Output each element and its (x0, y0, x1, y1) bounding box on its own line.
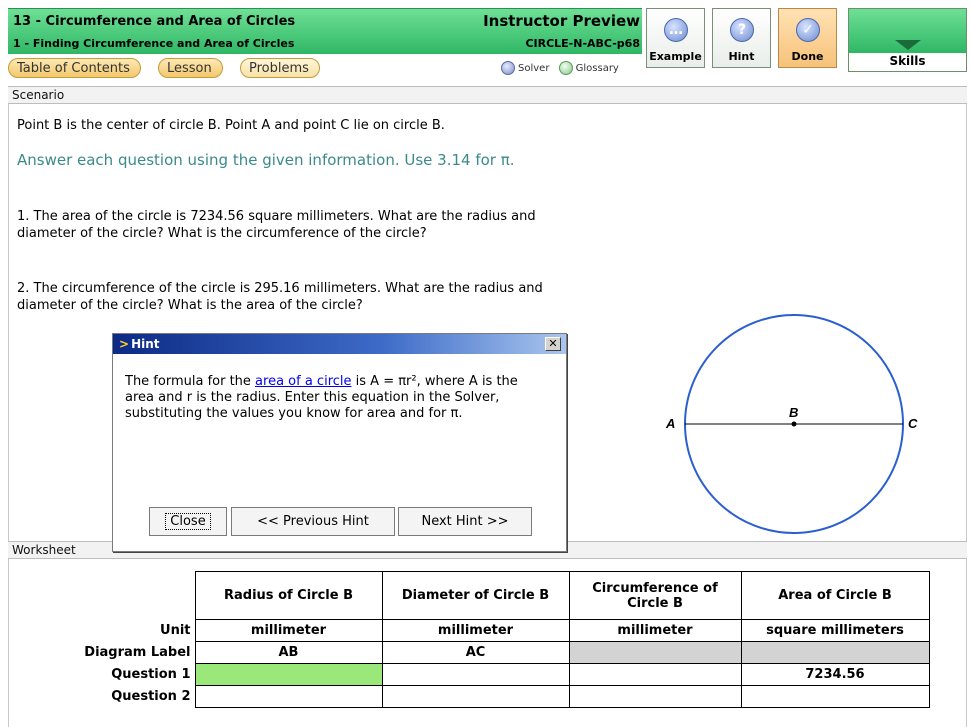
input-cell[interactable] (740, 685, 930, 708)
table-cell: millimeter (381, 619, 570, 642)
hint-title: Hint (131, 337, 160, 351)
example-button[interactable]: … Example (646, 8, 705, 68)
question-mark-icon: ? (730, 18, 754, 42)
label-a: A (665, 416, 675, 431)
close-icon[interactable]: ✕ (545, 337, 561, 351)
next-hint-button[interactable]: Next Hint >> (398, 507, 532, 536)
area-of-circle-link[interactable]: area of a circle (255, 374, 351, 389)
glossary-icon[interactable] (558, 61, 573, 75)
tab-table-of-contents[interactable]: Table of Contents (8, 58, 141, 78)
table-row: Diagram Label AB AC (17, 641, 930, 664)
input-cell[interactable] (194, 685, 383, 708)
scenario-instruction: Answer each question using the given inf… (17, 151, 515, 169)
table-cell: 7234.56 (740, 663, 930, 686)
close-button-label: Close (165, 513, 211, 530)
section-title: 1 - Finding Circumference and Area of Ci… (13, 37, 295, 50)
hint-dialog: > Hint ✕ The formula for the area of a ci… (112, 333, 567, 552)
table-header-row: Radius of Circle B Diameter of Circle B … (17, 571, 930, 620)
corner-cell (17, 571, 196, 620)
circle-diagram: A B C (665, 314, 918, 534)
solver-link[interactable]: Solver (518, 63, 549, 74)
column-header: Area of Circle B (740, 571, 930, 620)
scenario-intro: Point B is the center of circle B. Point… (17, 118, 445, 133)
active-input-cell[interactable] (194, 663, 383, 686)
hint-text-start: The formula for the (125, 374, 256, 389)
question-2-text: 2. The circumference of the circle is 29… (17, 281, 543, 313)
table-cell: square millimeters (740, 619, 930, 642)
disabled-cell (740, 641, 930, 664)
label-b: B (789, 405, 798, 420)
problem-code: CIRCLE-N-ABC-p68 (525, 37, 640, 50)
tab-problems[interactable]: Problems (240, 58, 320, 78)
header: 13 - Circumference and Area of Circles 1… (0, 0, 971, 83)
solver-icon[interactable] (501, 61, 515, 75)
glossary-link[interactable]: Glossary (576, 63, 619, 74)
done-button-label: Done (791, 50, 824, 63)
table-cell: AC (381, 641, 570, 664)
previous-hint-button[interactable]: << Previous Hint (231, 507, 395, 536)
skills-button[interactable]: Skills (848, 8, 967, 72)
hint-text: The formula for the area of a circle is … (125, 374, 545, 422)
table-cell: millimeter (194, 619, 383, 642)
nav-bar: Table of Contents Lesson Problems Solver… (8, 54, 642, 81)
input-cell[interactable] (381, 685, 570, 708)
speech-bubble-icon: … (664, 18, 688, 42)
worksheet-panel: Radius of Circle B Diameter of Circle B … (8, 559, 967, 727)
close-button[interactable]: Close (149, 507, 227, 536)
input-cell[interactable] (381, 663, 570, 686)
row-label: Question 2 (17, 685, 196, 708)
table-cell: AB (194, 641, 383, 664)
column-header: Radius of Circle B (194, 571, 383, 620)
label-c: C (908, 416, 918, 431)
question-1-text: 1. The area of the circle is 7234.56 squ… (17, 209, 536, 241)
row-label: Diagram Label (17, 641, 196, 664)
chevron-down-icon (895, 40, 921, 50)
center-point-b (791, 421, 797, 427)
table-cell: millimeter (568, 619, 742, 642)
done-button[interactable]: ✓ Done (778, 8, 837, 68)
table-row: Question 2 (17, 685, 930, 708)
worksheet-table: Radius of Circle B Diameter of Circle B … (17, 571, 930, 708)
preview-label: Instructor Preview (483, 12, 640, 30)
row-label: Unit (17, 619, 196, 642)
scenario-header: Scenario (8, 86, 967, 104)
chevron-right-icon: > (119, 337, 130, 351)
hint-button[interactable]: ? Hint (712, 8, 771, 68)
table-row: Question 1 7234.56 (17, 663, 930, 686)
tab-lesson[interactable]: Lesson (158, 58, 223, 78)
hint-button-label: Hint (728, 50, 755, 63)
hint-title-bar[interactable]: > Hint ✕ (113, 334, 566, 354)
disabled-cell (568, 641, 742, 664)
example-button-label: Example (649, 50, 702, 63)
column-header: Circumference of Circle B (568, 571, 742, 620)
unit-title: 13 - Circumference and Area of Circles (13, 14, 296, 29)
row-label: Question 1 (17, 663, 196, 686)
tool-links: Solver Glossary (501, 61, 619, 75)
table-row: Unit millimeter millimeter millimeter sq… (17, 619, 930, 642)
skills-label: Skills (889, 54, 926, 68)
column-header: Diameter of Circle B (381, 571, 570, 620)
input-cell[interactable] (568, 663, 742, 686)
checkmark-icon: ✓ (796, 18, 820, 42)
input-cell[interactable] (568, 685, 742, 708)
title-bar: 13 - Circumference and Area of Circles 1… (8, 8, 642, 54)
